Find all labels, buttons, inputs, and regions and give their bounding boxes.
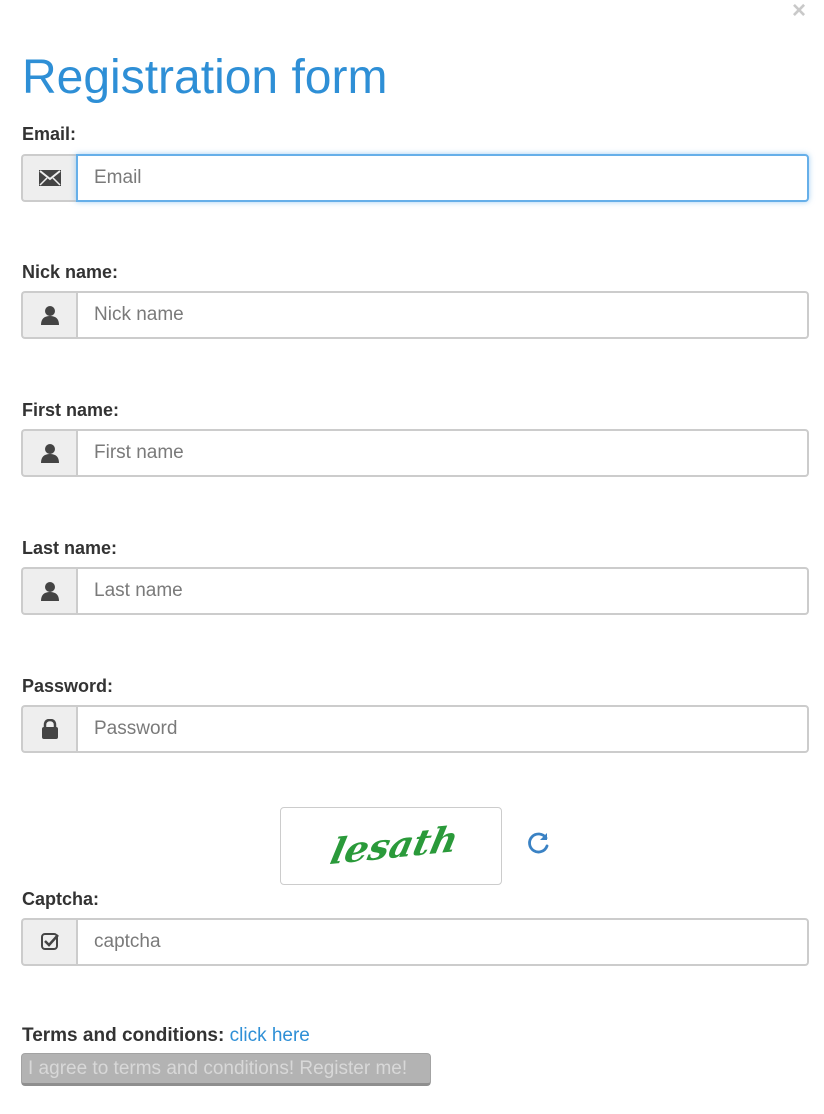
register-button[interactable]: I agree to terms and conditions! Registe… bbox=[21, 1053, 431, 1086]
email-label: Email: bbox=[22, 124, 77, 144]
first-name-label: First name: bbox=[22, 400, 120, 420]
captcha-text-graphic: lesath bbox=[327, 821, 461, 871]
terms-line: Terms and conditions: click here bbox=[22, 1025, 310, 1047]
nickname-field[interactable] bbox=[76, 291, 809, 339]
last-name-label: Last name: bbox=[22, 538, 118, 558]
refresh-icon[interactable] bbox=[526, 830, 552, 856]
last-name-input-group bbox=[21, 567, 809, 615]
first-name-field[interactable] bbox=[76, 429, 809, 477]
captcha-image: lesath bbox=[280, 807, 502, 885]
captcha-text: lesath bbox=[327, 821, 461, 871]
registration-modal: × Registration form Email: Nick name: Fi… bbox=[0, 0, 824, 1114]
captcha-field[interactable] bbox=[76, 918, 809, 966]
nickname-label: Nick name: bbox=[22, 262, 119, 282]
user-icon bbox=[21, 567, 76, 615]
captcha-label: Captcha: bbox=[22, 889, 100, 909]
password-field[interactable] bbox=[76, 705, 809, 753]
email-input-group bbox=[21, 154, 809, 202]
captcha-input-group bbox=[21, 918, 809, 966]
terms-link[interactable]: click here bbox=[230, 1025, 310, 1046]
terms-label: Terms and conditions: bbox=[22, 1025, 225, 1046]
nickname-input-group bbox=[21, 291, 809, 339]
user-icon bbox=[21, 429, 76, 477]
envelope-icon bbox=[21, 154, 76, 202]
lock-icon bbox=[21, 705, 76, 753]
page-title: Registration form bbox=[22, 51, 388, 104]
password-label: Password: bbox=[22, 676, 114, 696]
password-input-group bbox=[21, 705, 809, 753]
user-icon bbox=[21, 291, 76, 339]
close-button[interactable]: × bbox=[788, 0, 810, 23]
last-name-field[interactable] bbox=[76, 567, 809, 615]
check-icon bbox=[21, 918, 76, 966]
first-name-input-group bbox=[21, 429, 809, 477]
email-field[interactable] bbox=[76, 154, 809, 202]
